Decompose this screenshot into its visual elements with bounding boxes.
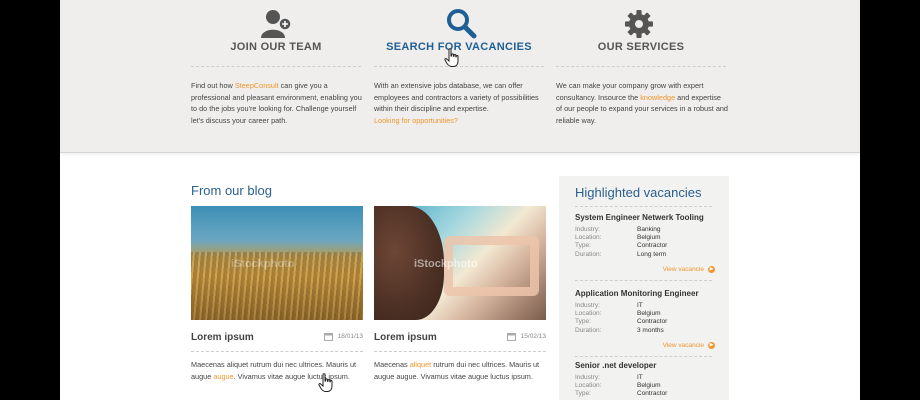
post-title[interactable]: Lorem ipsum xyxy=(191,332,254,343)
divider xyxy=(575,356,712,357)
post-header: Lorem ipsum 15/02/13 xyxy=(374,331,546,351)
calendar-icon xyxy=(324,333,333,341)
vacancy-title[interactable]: System Engineer Netwerk Tooling xyxy=(575,213,715,222)
divider xyxy=(191,66,361,67)
post-excerpt: Maecenas aliquet rutrum dui nec ultrices… xyxy=(191,360,357,381)
field-label: Location: xyxy=(575,310,602,318)
divider xyxy=(575,280,712,281)
post-title[interactable]: Lorem ipsum xyxy=(374,332,437,343)
feature-description: Find out how SteepConsult can give you a… xyxy=(191,81,362,125)
excerpt-link[interactable]: augue xyxy=(213,372,233,381)
field-label: Location: xyxy=(575,234,602,242)
industry-value: Banking xyxy=(637,226,661,233)
field-label: Duration: xyxy=(575,250,602,258)
feature-title[interactable]: JOIN OUR TEAM xyxy=(191,41,361,53)
duration-value: 3 months xyxy=(637,326,664,334)
blog-post[interactable]: iStockphoto Lorem ipsum 15/02/13 Maecena… xyxy=(374,206,546,381)
arrow-right-icon: ▶ xyxy=(708,266,715,273)
location-value: Belgium xyxy=(637,382,661,390)
view-vacancy-link[interactable]: View vacancie ▶ xyxy=(663,342,715,349)
divider xyxy=(556,66,726,67)
hand-cursor-icon xyxy=(444,48,459,67)
field-label: Type: xyxy=(575,318,591,326)
vacancy-title[interactable]: Senior .net developer xyxy=(575,361,715,370)
gear-icon xyxy=(625,10,653,38)
field-label: Type: xyxy=(575,390,591,398)
blog-image-wheat-field[interactable]: iStockphoto xyxy=(191,206,363,320)
divider xyxy=(575,206,712,207)
type-value: Contractor xyxy=(637,242,668,250)
features-band: JOIN OUR TEAM Find out how SteepConsult … xyxy=(60,0,860,153)
blog-post[interactable]: iStockphoto Lorem ipsum 18/01/13 Maecena… xyxy=(191,206,363,381)
image-watermark: iStockphoto xyxy=(414,258,478,270)
steepconsult-link[interactable]: SteepConsult xyxy=(235,81,279,90)
feature-description: We can make your company grow with exper… xyxy=(556,81,728,125)
post-header: Lorem ipsum 18/01/13 xyxy=(191,331,363,351)
divider xyxy=(191,351,363,352)
field-label: Location: xyxy=(575,382,602,390)
location-value: Belgium xyxy=(637,234,661,242)
blog-image-woman-framing[interactable]: iStockphoto xyxy=(374,206,546,320)
post-date: 15/02/13 xyxy=(520,333,546,340)
type-value: Contractor xyxy=(637,390,668,398)
post-excerpt: Maecenas aliquet rutrum dui nec ultrices… xyxy=(374,360,540,381)
location-value: Belgium xyxy=(637,310,661,318)
search-icon xyxy=(447,9,477,39)
industry-value: IT xyxy=(637,302,643,309)
user-add-icon xyxy=(261,10,292,38)
blog-heading: From our blog xyxy=(191,183,272,198)
opportunities-link[interactable]: Looking for opportunities? xyxy=(374,116,458,125)
arrow-right-icon: ▶ xyxy=(708,342,715,349)
vacancy-title[interactable]: Application Monitoring Engineer xyxy=(575,289,715,298)
field-label: Duration: xyxy=(575,326,602,334)
vacancy-item[interactable]: Application Monitoring Engineer Industry… xyxy=(575,289,715,349)
view-vacancy-link[interactable]: View vacancie ▶ xyxy=(663,266,715,273)
hand-cursor-icon xyxy=(318,373,333,392)
field-label: Industry: xyxy=(575,226,600,233)
excerpt-link[interactable]: aliquet xyxy=(410,360,432,369)
page: JOIN OUR TEAM Find out how SteepConsult … xyxy=(60,0,860,400)
type-value: Contractor xyxy=(637,318,668,326)
duration-value: Long term xyxy=(637,250,667,258)
post-date: 18/01/13 xyxy=(337,333,363,340)
calendar-icon xyxy=(507,333,516,341)
vacancy-item[interactable]: System Engineer Netwerk Tooling Industry… xyxy=(575,213,715,273)
image-watermark: iStockphoto xyxy=(231,258,295,270)
industry-value: IT xyxy=(637,374,643,381)
divider xyxy=(374,351,546,352)
field-label: Industry: xyxy=(575,302,600,309)
knowledge-link[interactable]: knowledge xyxy=(640,93,675,102)
panel-heading: Highlighted vacancies xyxy=(575,185,702,200)
highlighted-vacancies-panel: Highlighted vacancies System Engineer Ne… xyxy=(559,176,729,400)
feature-title[interactable]: OUR SERVICES xyxy=(556,41,726,53)
feature-description: With an extensive jobs database, we can … xyxy=(374,81,539,125)
field-label: Industry: xyxy=(575,374,600,381)
vacancy-item[interactable]: Senior .net developer Industry: IT Locati… xyxy=(575,361,715,399)
field-label: Type: xyxy=(575,242,591,250)
